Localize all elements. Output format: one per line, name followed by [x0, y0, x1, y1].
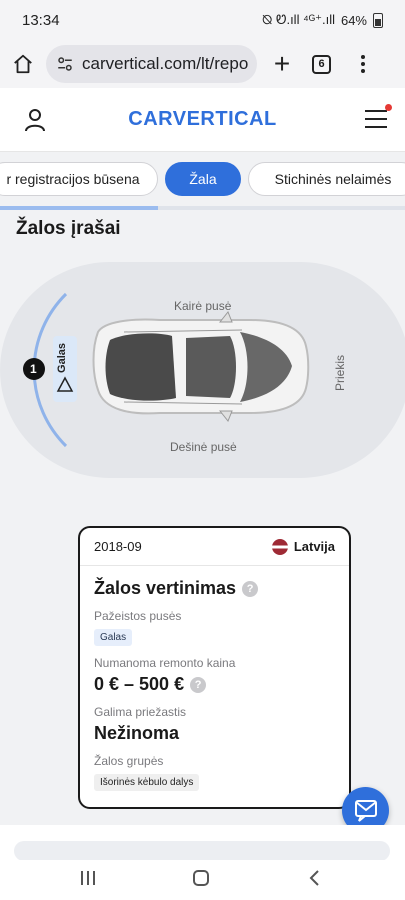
status-icons: ⦰ Ꮼ.ıll ⁴ᴳ⁺.ıll 64%	[262, 12, 383, 28]
bottom-strip	[0, 825, 405, 861]
record-country: Latvija	[271, 538, 335, 555]
damage-group-tag: Išorinės kėbulo dalys	[94, 774, 200, 791]
browser-menu-icon[interactable]	[343, 55, 383, 73]
latvia-flag-icon	[271, 538, 288, 555]
tab-damage[interactable]: Žala	[165, 162, 241, 196]
record-date: 2018-09	[94, 539, 142, 554]
repair-cost-value: 0 € – 500 €	[94, 674, 185, 694]
country-name: Latvija	[293, 539, 335, 554]
site-header: CARVERTICAL	[0, 88, 405, 152]
report-section-tabs: r registracijos būsena Žala Stichinės ne…	[0, 152, 405, 210]
repair-cost-label: Numanoma remonto kaina	[94, 656, 236, 670]
help-icon[interactable]: ?	[242, 580, 259, 597]
card-title-text: Žalos vertinimas	[94, 578, 237, 598]
damage-groups-label: Žalos grupės	[94, 754, 164, 768]
cause-value: Nežinoma	[94, 723, 180, 743]
carvertical-logo[interactable]: CARVERTICAL	[0, 108, 405, 131]
home-icon[interactable]	[0, 53, 46, 75]
help-icon[interactable]: ?	[190, 676, 207, 693]
card-title: Žalos vertinimas ?	[94, 578, 335, 599]
damage-diagram: Kairė pusė Dešinė pusė Priekis 1 Galas	[0, 260, 405, 480]
damaged-sides-label: Pažeistos pusės	[94, 609, 182, 623]
cause-label: Galima priežastis	[94, 705, 187, 719]
card-body: Žalos vertinimas ? Pažeistos pusės Galas…	[80, 566, 349, 801]
bottom-bar-placeholder	[14, 841, 390, 861]
home-button-icon[interactable]	[191, 868, 211, 888]
back-icon[interactable]	[305, 868, 325, 888]
battery-percent: 64%	[340, 12, 367, 28]
rear-damage-label[interactable]: Galas	[56, 343, 68, 373]
damage-record-card[interactable]: 2018-09 Latvija Žalos vertinimas ? Pažei…	[78, 526, 351, 809]
tab-natural-disasters[interactable]: Stichinės nelaimės	[248, 162, 405, 196]
hamburger-menu-icon[interactable]	[365, 104, 392, 134]
new-tab-icon[interactable]: +	[257, 50, 307, 78]
front-label: Priekis	[333, 354, 348, 392]
site-settings-icon[interactable]	[56, 55, 74, 73]
notification-dot	[385, 104, 392, 111]
android-nav-bar	[0, 860, 405, 900]
signal-icons: ⦰ Ꮼ.ıll ⁴ᴳ⁺.ıll	[261, 12, 335, 27]
tab-switcher-button[interactable]: 6	[312, 54, 331, 74]
section-title: Žalos įrašai	[16, 218, 121, 239]
card-header: 2018-09 Latvija	[80, 528, 349, 566]
main-content: Žalos įrašai Kairė pusė Dešinė pusė Prie…	[0, 210, 405, 825]
url-text: carvertical.com/lt/repo	[82, 54, 249, 73]
damaged-side-tag: Galas	[94, 629, 133, 646]
address-bar[interactable]: carvertical.com/lt/repo	[46, 45, 257, 83]
recent-apps-icon[interactable]	[78, 868, 98, 888]
status-bar: 13:34 ⦰ Ꮼ.ıll ⁴ᴳ⁺.ıll 64%	[0, 0, 405, 40]
clock: 13:34	[22, 11, 60, 29]
repair-cost: 0 € – 500 € ?	[94, 674, 335, 695]
tab-registration-status[interactable]: r registracijos būsena	[0, 162, 158, 196]
car-top-view-icon	[92, 311, 310, 422]
browser-toolbar: carvertical.com/lt/repo + 6	[0, 40, 405, 88]
right-side-label: Dešinė pusė	[170, 440, 237, 454]
left-side-label: Kairė pusė	[174, 299, 232, 313]
damage-count-number: 1	[30, 362, 37, 376]
battery-icon	[373, 12, 383, 28]
chat-icon	[354, 799, 377, 822]
